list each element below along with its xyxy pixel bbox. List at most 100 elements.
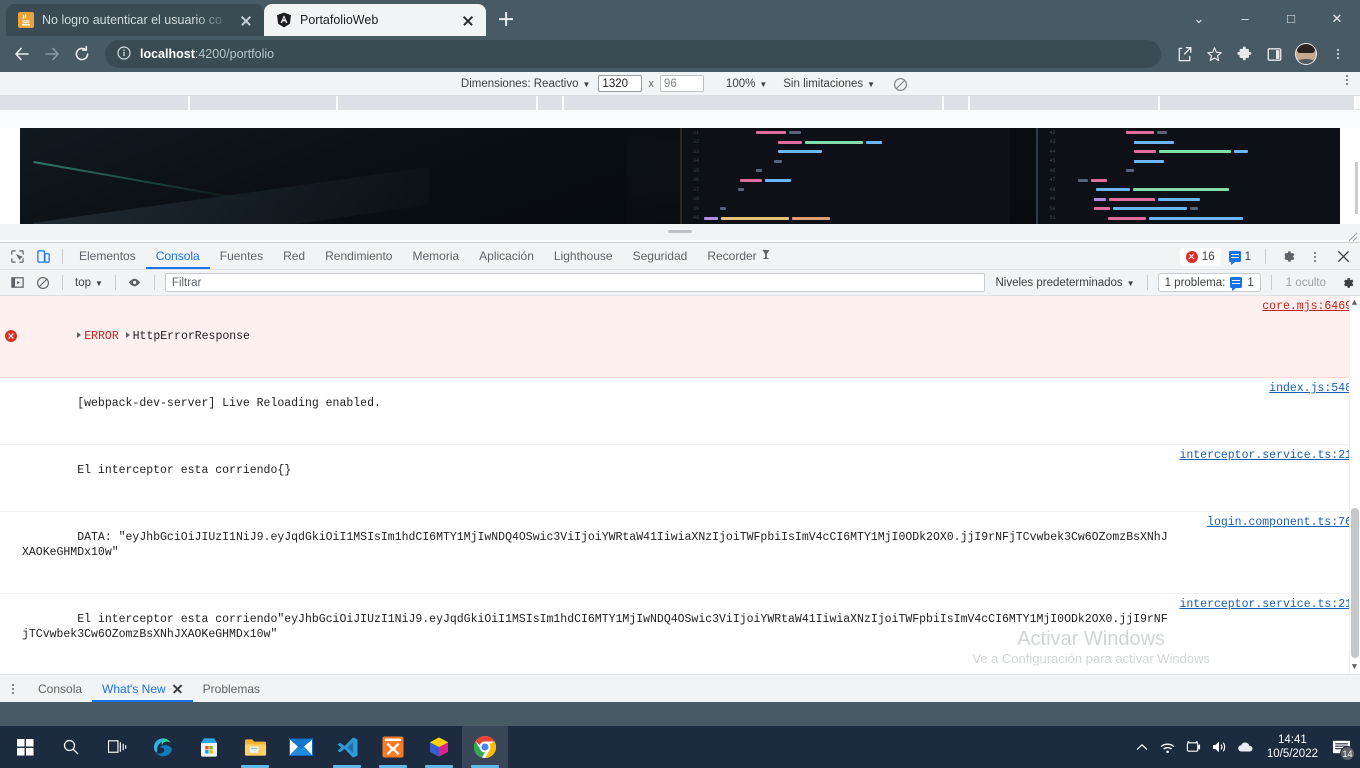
viewport-width-input[interactable] [598,75,643,92]
minimize-window-button[interactable]: – [1222,0,1268,36]
back-button[interactable] [8,40,36,68]
console-message-text: [webpack-dev-server] Live Reloading enab… [77,397,381,410]
inspect-element-icon[interactable] [4,244,30,268]
devtools-tab-rendimiento[interactable]: Rendimiento [315,243,402,269]
3d-viewer-icon[interactable] [416,726,462,768]
no-throttling-icon[interactable] [893,77,908,91]
arrow-right-icon [45,47,59,61]
source-link[interactable]: interceptor.service.ts:21 [1179,448,1352,463]
extensions-puzzle-icon[interactable] [1230,40,1258,68]
console-row[interactable]: DATA: "eyJhbGciOiJIUzI1NiJ9.eyJqdGkiOiI1… [0,512,1360,594]
source-link[interactable]: login.component.ts:76 [1207,515,1352,530]
share-icon[interactable] [1170,40,1198,68]
execute-sidebar-icon[interactable] [4,271,30,295]
drawer-tab-whats-new[interactable]: What's New [92,675,193,702]
onedrive-sync-icon[interactable] [1181,726,1207,768]
live-expression-eye-icon[interactable] [122,271,148,295]
cloud-icon[interactable] [1233,726,1259,768]
devtools-tab-aplicacion[interactable]: Aplicación [469,243,544,269]
wifi-icon[interactable] [1155,726,1181,768]
scroll-up-arrow-icon[interactable]: ▲ [1350,298,1359,308]
console-output[interactable]: interceptor.service.ts:21 ERROR HttpErro… [0,296,1360,674]
console-scrollbar[interactable]: ▲ ▼ [1349,296,1360,674]
gear-icon[interactable] [1274,245,1300,269]
device-toolbar-kebab[interactable] [1340,75,1354,85]
viewport-height-input[interactable] [659,75,704,92]
vscode-icon[interactable] [324,726,370,768]
task-view-icon[interactable] [94,726,140,768]
scroll-down-arrow-icon[interactable]: ▼ [1350,662,1359,672]
microsoft-edge-icon[interactable] [140,726,186,768]
devtools-tab-recorder[interactable]: Recorder [697,243,780,269]
microsoft-store-icon[interactable] [186,726,232,768]
windows-taskbar: 14:41 10/5/2022 14 [0,726,1360,768]
notification-center-button[interactable]: 14 [1326,726,1356,768]
expand-arrow-icon[interactable] [125,332,130,338]
network-throttling-dropdown[interactable]: Sin limitaciones ▼ [775,74,883,94]
sidepanel-icon[interactable] [1260,40,1288,68]
file-explorer-icon[interactable] [232,726,278,768]
taskbar-clock[interactable]: 14:41 10/5/2022 [1259,733,1326,761]
close-icon[interactable] [238,12,254,28]
devtools-tab-lighthouse[interactable]: Lighthouse [544,243,623,269]
console-row[interactable]: [webpack-dev-server] Live Reloading enab… [0,378,1360,445]
viewport-corner-resize-icon[interactable] [1348,229,1358,242]
console-row-error[interactable]: ERROR HttpErrorResponse core.mjs:6469 [0,296,1360,378]
device-dimensions-dropdown[interactable]: Dimensiones: Reactivo ▼ [453,74,599,94]
message-count-badge[interactable]: 1 [1223,248,1257,266]
console-row[interactable]: El interceptor esta corriendo{} intercep… [0,445,1360,512]
devtools-tab-consola[interactable]: Consola [146,243,210,269]
forward-button[interactable] [38,40,66,68]
close-icon[interactable] [460,12,476,28]
more-options-kebab[interactable] [1302,245,1328,269]
close-window-button[interactable]: ✕ [1314,0,1360,36]
windows-start-icon[interactable] [2,726,48,768]
mail-icon[interactable] [278,726,324,768]
browser-tab-portafolioweb[interactable]: PortafolioWeb [264,4,486,36]
drawer-tab-consola[interactable]: Consola [28,675,92,702]
drawer-tab-problemas[interactable]: Problemas [193,675,270,702]
console-row[interactable]: El interceptor esta corriendo"eyJhbGciOi… [0,594,1360,674]
console-filter-input[interactable] [164,273,986,292]
clear-console-icon[interactable] [30,271,56,295]
devtools-tab-memoria[interactable]: Memoria [402,243,469,269]
browser-tab-stackoverflow[interactable]: No logro autenticar el usuario co [6,4,264,36]
device-zoom-dropdown[interactable]: 100% ▼ [718,74,775,94]
console-settings-gear-icon[interactable] [1334,271,1360,295]
star-icon[interactable] [1200,40,1228,68]
viewport-resize-handle[interactable] [668,230,692,233]
viewport-ruler [0,96,1360,110]
error-count-badge[interactable]: 16 [1179,247,1221,266]
source-link[interactable]: index.js:548 [1269,381,1352,396]
console-scrollbar-thumb[interactable] [1351,507,1359,658]
problems-button[interactable]: 1 problema: 1 [1157,273,1261,292]
reload-button[interactable] [68,40,96,68]
devtools-tab-seguridad[interactable]: Seguridad [623,243,698,269]
console-levels-dropdown[interactable]: Niveles predeterminados ▼ [989,277,1140,289]
drawer-more-kebab[interactable] [6,683,20,694]
new-tab-button[interactable] [492,5,520,33]
chevron-down-icon: ▼ [1126,278,1135,288]
close-icon[interactable] [172,683,183,694]
profile-avatar[interactable] [1295,43,1317,65]
google-chrome-icon[interactable] [462,726,508,768]
device-toolbar-icon[interactable] [30,244,56,268]
volume-icon[interactable] [1207,726,1233,768]
close-devtools-icon[interactable] [1330,245,1356,269]
source-link[interactable]: core.mjs:6469 [1262,299,1352,314]
search-magnifier-icon[interactable] [48,726,94,768]
devtools-tab-fuentes[interactable]: Fuentes [210,243,273,269]
devtools-tab-red[interactable]: Red [273,243,315,269]
console-context-dropdown[interactable]: top ▼ [69,277,109,289]
chrome-menu-kebab[interactable] [1324,40,1352,68]
devtools-tab-elementos[interactable]: Elementos [69,243,146,269]
info-circle-icon[interactable] [117,45,131,63]
address-bar[interactable]: localhost:4200/portfolio [105,40,1161,68]
maximize-window-button[interactable]: □ [1268,0,1314,36]
show-hidden-icons-caret[interactable] [1129,726,1155,768]
chrome-search-tabs-caret[interactable]: ⌄ [1176,0,1222,36]
xampp-icon[interactable] [370,726,416,768]
expand-arrow-icon[interactable] [77,332,82,338]
page-scrollbar[interactable] [1355,162,1358,214]
source-link[interactable]: interceptor.service.ts:21 [1179,597,1352,612]
